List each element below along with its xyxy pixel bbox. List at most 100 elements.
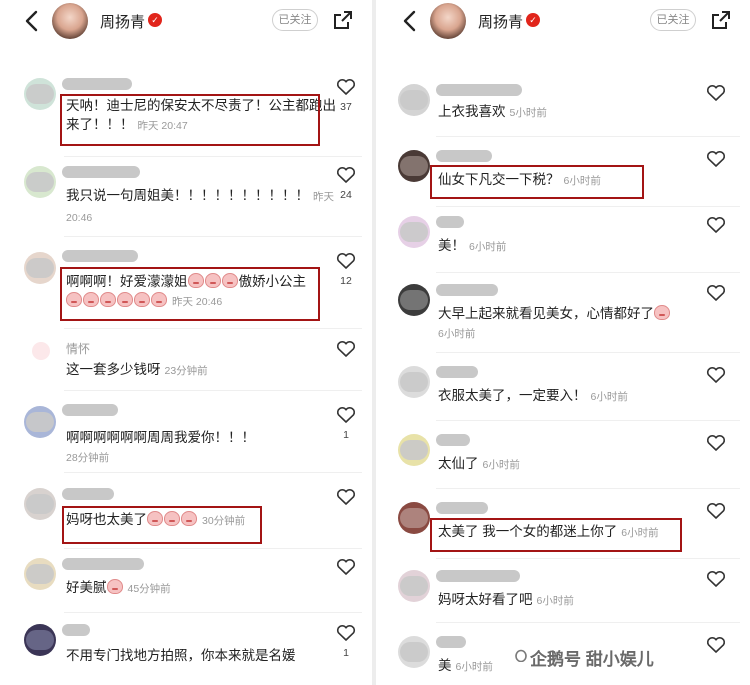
blurred-username bbox=[62, 250, 138, 262]
divider bbox=[436, 206, 740, 207]
divider bbox=[436, 272, 740, 273]
blurred-username bbox=[62, 488, 114, 500]
heart-icon[interactable] bbox=[336, 340, 356, 358]
divider bbox=[436, 488, 740, 489]
avatar[interactable] bbox=[398, 366, 430, 398]
back-icon[interactable] bbox=[22, 9, 42, 33]
blurred-username bbox=[436, 570, 520, 582]
avatar[interactable] bbox=[24, 624, 56, 656]
share-icon[interactable] bbox=[710, 9, 732, 31]
comment-text: 美！ 6小时前 bbox=[438, 238, 507, 253]
highlight-box bbox=[430, 165, 644, 199]
comment-text: 衣服太美了，一定要入！ 6小时前 bbox=[438, 388, 628, 403]
user-name[interactable]: 周扬青 bbox=[478, 11, 523, 32]
avatar[interactable] bbox=[430, 3, 466, 39]
heart-icon[interactable] bbox=[706, 150, 726, 168]
blurred-username bbox=[62, 558, 144, 570]
avatar[interactable] bbox=[24, 166, 56, 198]
comment-time: 5小时前 bbox=[509, 107, 547, 119]
heart-icon[interactable] bbox=[336, 624, 356, 642]
avatar[interactable] bbox=[398, 636, 430, 668]
blurred-username bbox=[436, 502, 488, 514]
heart-icon[interactable] bbox=[336, 252, 356, 270]
heart-icon[interactable] bbox=[336, 558, 356, 576]
left-comment-panel: 周扬青 ✓ 已关注 天呐！迪士尼的保安太不尽责了！公主都跑出来了！！！ 昨天 20… bbox=[0, 0, 370, 685]
comment-time: 45分钟前 bbox=[127, 583, 171, 595]
divider bbox=[436, 622, 740, 623]
follow-button[interactable]: 已关注 bbox=[650, 9, 696, 31]
comment-time: 28分钟前 bbox=[66, 452, 110, 464]
blurred-username bbox=[62, 78, 132, 90]
comment-text: 太仙了 6小时前 bbox=[438, 456, 520, 471]
right-comment-panel: 周扬青 ✓ 已关注 上衣我喜欢 5小时前 仙女下凡交一下税？ 6小时前 美！ 6小时前… bbox=[378, 0, 748, 685]
heart-icon[interactable] bbox=[706, 84, 726, 102]
avatar[interactable] bbox=[24, 78, 56, 110]
highlight-box bbox=[430, 518, 682, 552]
comment-text: 大早上起来就看见美女，心情都好了 6小时前 bbox=[438, 304, 708, 344]
follow-button[interactable]: 已关注 bbox=[272, 9, 318, 31]
avatar[interactable] bbox=[398, 150, 430, 182]
comment-text: 我只说一句周姐美！！！！！！！！！！ 昨天 20:46 bbox=[66, 188, 334, 224]
heart-icon[interactable] bbox=[706, 284, 726, 302]
comment-time: 23分钟前 bbox=[164, 365, 208, 377]
highlight-box bbox=[62, 506, 262, 544]
blurred-username bbox=[436, 150, 492, 162]
right-header: 周扬青 ✓ 已关注 bbox=[378, 0, 748, 44]
blurred-username bbox=[436, 84, 522, 96]
avatar[interactable] bbox=[398, 502, 430, 534]
avatar[interactable] bbox=[398, 284, 430, 316]
divider bbox=[64, 328, 362, 329]
comment-username: 情怀 bbox=[66, 342, 91, 356]
back-icon[interactable] bbox=[400, 9, 420, 33]
like-count: 37 bbox=[340, 101, 352, 113]
share-icon[interactable] bbox=[332, 9, 354, 31]
highlight-box bbox=[60, 94, 320, 146]
avatar[interactable] bbox=[398, 434, 430, 466]
avatar[interactable] bbox=[24, 488, 56, 520]
divider bbox=[436, 352, 740, 353]
heart-icon[interactable] bbox=[336, 406, 356, 424]
verified-icon: ✓ bbox=[526, 13, 540, 27]
comment-text: 不用专门找地方拍照，你本来就是名媛 bbox=[66, 648, 296, 663]
avatar[interactable] bbox=[24, 406, 56, 438]
comment-time: 6小时前 bbox=[536, 595, 574, 607]
heart-icon[interactable] bbox=[706, 502, 726, 520]
like-count: 24 bbox=[340, 189, 352, 201]
divider bbox=[64, 390, 362, 391]
comment-time: 6小时前 bbox=[590, 391, 628, 403]
divider bbox=[64, 472, 362, 473]
heart-icon[interactable] bbox=[336, 166, 356, 184]
heart-icon[interactable] bbox=[706, 366, 726, 384]
avatar[interactable] bbox=[24, 558, 56, 590]
heart-icon[interactable] bbox=[336, 78, 356, 96]
blurred-username bbox=[436, 636, 466, 648]
comment-time: 6小时前 bbox=[482, 459, 520, 471]
avatar[interactable] bbox=[398, 570, 430, 602]
user-name[interactable]: 周扬青 bbox=[100, 11, 145, 32]
heart-icon[interactable] bbox=[706, 570, 726, 588]
blurred-username bbox=[62, 166, 140, 178]
comment-time: 6小时前 bbox=[469, 241, 507, 253]
heart-icon[interactable] bbox=[706, 434, 726, 452]
verified-icon: ✓ bbox=[148, 13, 162, 27]
heart-icon[interactable] bbox=[706, 636, 726, 654]
avatar[interactable] bbox=[398, 216, 430, 248]
heart-icon[interactable] bbox=[706, 216, 726, 234]
blurred-username bbox=[436, 216, 464, 228]
divider bbox=[436, 420, 740, 421]
heart-icon[interactable] bbox=[336, 488, 356, 506]
avatar[interactable] bbox=[24, 252, 56, 284]
blurred-username bbox=[436, 366, 478, 378]
divider bbox=[64, 236, 362, 237]
comment-time: 6小时前 bbox=[438, 328, 476, 340]
comment-text: 上衣我喜欢 5小时前 bbox=[438, 104, 547, 119]
penguin-icon bbox=[515, 649, 527, 662]
comment-text: 好美腻 45分钟前 bbox=[66, 579, 171, 595]
comment-text: 这一套多少钱呀 23分钟前 bbox=[66, 362, 208, 377]
comment-text: 妈呀太好看了吧 6小时前 bbox=[438, 592, 574, 607]
avatar[interactable] bbox=[32, 342, 50, 360]
divider bbox=[64, 156, 362, 157]
avatar[interactable] bbox=[398, 84, 430, 116]
avatar[interactable] bbox=[52, 3, 88, 39]
blurred-username bbox=[62, 404, 118, 416]
